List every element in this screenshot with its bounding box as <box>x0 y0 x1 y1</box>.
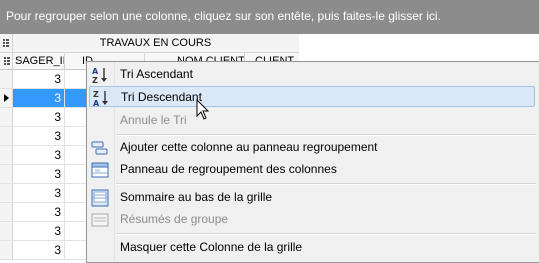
menu-item-sort-descending[interactable]: Z A Tri Descendant <box>89 86 535 108</box>
cell-sager[interactable]: 3 <box>13 241 65 259</box>
column-chooser-icon[interactable] <box>0 53 13 69</box>
group-panel-icon <box>91 161 109 179</box>
sort-ascending-icon: A Z <box>91 66 109 85</box>
mouse-pointer-icon <box>196 98 210 121</box>
cell-sager[interactable]: 3 <box>13 222 65 240</box>
row-indicator[interactable] <box>0 203 13 221</box>
svg-text:Z: Z <box>93 90 99 99</box>
cell-sager[interactable]: 3 <box>13 184 65 202</box>
svg-text:A: A <box>93 99 100 107</box>
column-header-sager[interactable]: SAGER_II <box>13 53 65 69</box>
menu-item-label: Sommaire au bas de la grille <box>120 190 273 204</box>
row-indicator[interactable] <box>0 165 13 183</box>
menu-item-label: Annule le Tri <box>120 113 187 127</box>
cell-sager[interactable]: 3 <box>13 203 65 221</box>
column-context-menu: A Z Tri Ascendant Z A Tri Descendant Ann… <box>86 61 539 263</box>
menu-item-group-panel[interactable]: Panneau de regroupement des colonnes <box>89 159 535 180</box>
group-panel-hint: Pour regrouper selon une colonne, clique… <box>6 9 441 23</box>
menu-item-add-to-group-panel[interactable]: Ajouter cette colonne au panneau regroup… <box>89 137 535 158</box>
menu-item-hide-column[interactable]: Masquer cette Colonne de la grille <box>89 237 535 258</box>
cell-sager[interactable]: 3 <box>13 89 65 107</box>
menu-item-group-summaries[interactable]: Résumés de groupe <box>89 209 535 230</box>
cell-sager[interactable]: 3 <box>13 70 65 88</box>
row-indicator[interactable] <box>0 127 13 145</box>
cell-sager[interactable]: 3 <box>13 165 65 183</box>
menu-item-label: Masquer cette Colonne de la grille <box>120 240 303 254</box>
row-indicator[interactable] <box>0 184 13 202</box>
menu-item-label: Panneau de regroupement des colonnes <box>120 162 337 176</box>
svg-text:A: A <box>92 67 99 76</box>
svg-text:Z: Z <box>92 76 98 84</box>
group-by-panel[interactable]: Pour regrouper selon une colonne, clique… <box>0 0 539 34</box>
footer-summary-icon <box>91 189 109 207</box>
add-to-group-icon <box>91 139 109 157</box>
menu-item-label: Tri Ascendant <box>120 67 193 81</box>
menu-item-label: Ajouter cette colonne au panneau regroup… <box>120 140 378 154</box>
menu-separator <box>116 183 536 185</box>
row-indicator[interactable] <box>0 108 13 126</box>
row-indicator[interactable] <box>0 146 13 164</box>
menu-item-sort-ascending[interactable]: A Z Tri Ascendant <box>89 64 535 85</box>
row-indicator[interactable] <box>0 241 13 259</box>
cell-sager[interactable]: 3 <box>13 127 65 145</box>
row-indicator[interactable] <box>0 89 13 107</box>
row-indicator[interactable] <box>0 222 13 240</box>
group-summary-icon <box>91 211 109 229</box>
band-header: TRAVAUX EN COURS <box>0 34 299 53</box>
menu-separator <box>116 233 536 235</box>
menu-item-footer-summary[interactable]: Sommaire au bas de la grille <box>89 187 535 208</box>
menu-item-label: Résumés de groupe <box>120 212 229 226</box>
cell-sager[interactable]: 3 <box>13 108 65 126</box>
cell-sager[interactable]: 3 <box>13 146 65 164</box>
menu-separator <box>116 134 536 136</box>
band-title: TRAVAUX EN COURS <box>99 37 212 49</box>
current-row-arrow-icon <box>4 94 9 102</box>
sort-descending-icon: Z A <box>92 89 110 108</box>
menu-item-label: Tri Descendant <box>121 90 202 104</box>
menu-item-clear-sort[interactable]: Annule le Tri <box>89 110 535 131</box>
row-indicator[interactable] <box>0 70 13 88</box>
